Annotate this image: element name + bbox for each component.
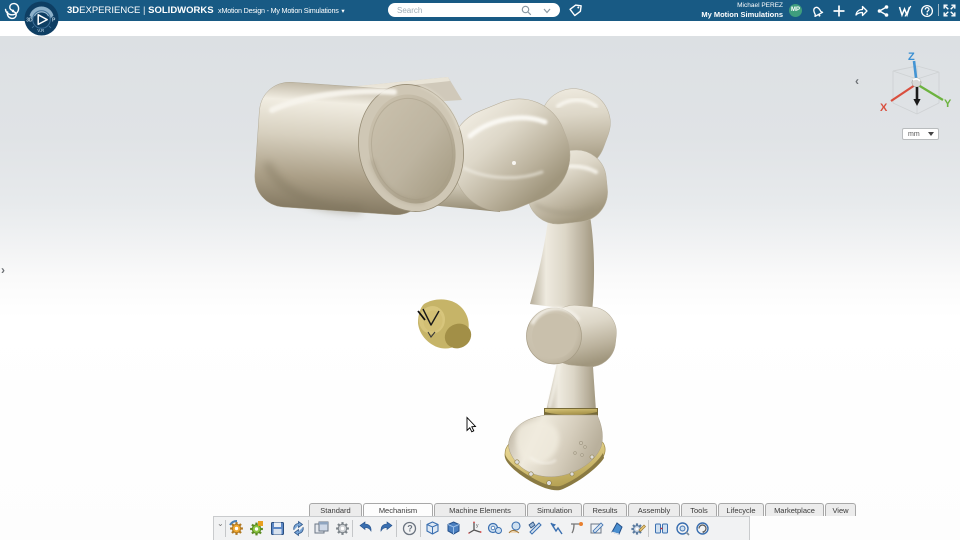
svg-text:Z: Z [908, 51, 915, 63]
svg-text:X: X [880, 102, 888, 114]
svg-text:Y: Y [944, 98, 952, 110]
svg-text:y: y [476, 523, 479, 529]
svg-text:?: ? [407, 524, 413, 534]
svg-text:V.R: V.R [37, 28, 45, 33]
svg-text:3D: 3D [26, 18, 33, 24]
